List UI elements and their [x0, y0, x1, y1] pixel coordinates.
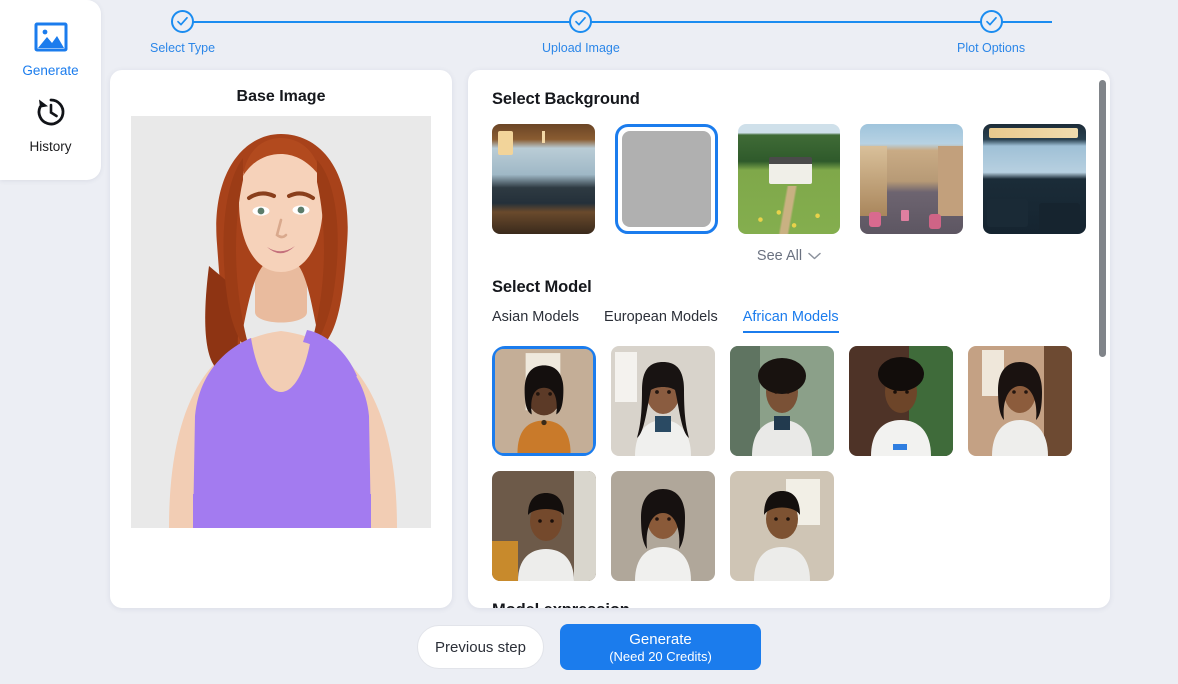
model-portrait-illustration — [492, 471, 596, 581]
model-portrait-illustration — [495, 349, 593, 453]
model-thumbnail-grid — [492, 346, 1086, 581]
left-sidebar: Generate History — [0, 0, 101, 180]
background-thumb-1-selected[interactable] — [614, 124, 718, 234]
base-image-illustration — [131, 116, 431, 528]
model-portrait-illustration — [730, 471, 834, 581]
background-thumb-2[interactable] — [737, 124, 841, 234]
base-image-photo — [131, 116, 431, 528]
model-thumb-6[interactable] — [611, 471, 715, 581]
select-model-title: Select Model — [492, 278, 592, 296]
see-all-backgrounds-button[interactable]: See All — [492, 248, 1086, 264]
history-clock-icon — [35, 96, 67, 133]
background-thumb-4[interactable] — [983, 124, 1086, 234]
see-all-label: See All — [756, 248, 803, 264]
stepper-step-label: Plot Options — [957, 41, 1026, 55]
options-panel-scrollbar[interactable] — [1099, 78, 1106, 600]
previous-step-button[interactable]: Previous step — [417, 625, 544, 669]
sidebar-item-history[interactable]: History — [0, 86, 101, 162]
model-thumb-7[interactable] — [730, 471, 834, 581]
stepper-step-plot-options[interactable]: Plot Options — [957, 10, 1025, 55]
base-image-title: Base Image — [236, 88, 326, 105]
generate-button[interactable]: Generate (Need 20 Credits) — [560, 624, 761, 670]
generate-button-credits-label: (Need 20 Credits) — [609, 648, 712, 664]
app-root: Generate History Select Type Upload Imag… — [0, 0, 1178, 684]
progress-stepper: Select Type Upload Image Plot Options — [120, 0, 1178, 64]
sidebar-item-history-label: History — [29, 138, 72, 154]
model-portrait-illustration — [611, 471, 715, 581]
base-image-card: Base Image — [110, 70, 452, 608]
select-background-title: Select Background — [492, 90, 640, 108]
chevron-down-icon — [808, 248, 821, 264]
step-complete-check-icon — [171, 10, 195, 33]
model-thumb-1[interactable] — [611, 346, 715, 456]
background-thumb-3[interactable] — [860, 124, 964, 234]
background-thumbnail-row — [492, 124, 1086, 234]
options-panel: Select Background See All Select Model A… — [468, 70, 1110, 608]
stepper-step-select-type[interactable]: Select Type — [150, 10, 215, 55]
model-portrait-illustration — [611, 346, 715, 456]
stepper-step-upload-image[interactable]: Upload Image — [542, 10, 620, 55]
step-complete-check-icon — [569, 10, 593, 33]
generate-button-label: Generate — [629, 630, 692, 648]
footer-actions: Previous step Generate (Need 20 Credits) — [0, 624, 1178, 670]
sidebar-item-generate-label: Generate — [22, 63, 79, 78]
model-portrait-illustration — [968, 346, 1072, 456]
tab-european-models[interactable]: European Models — [604, 309, 718, 333]
model-thumb-3[interactable] — [849, 346, 953, 456]
stepper-step-label: Select Type — [150, 41, 216, 55]
sidebar-item-generate[interactable]: Generate — [0, 12, 101, 86]
scrollbar-thumb[interactable] — [1099, 80, 1106, 357]
model-thumb-4[interactable] — [968, 346, 1072, 456]
model-thumb-5[interactable] — [492, 471, 596, 581]
background-thumb-0[interactable] — [492, 124, 595, 234]
model-category-tabs: Asian Models European Models African Mod… — [492, 309, 1086, 333]
image-icon — [34, 22, 68, 57]
step-complete-check-icon — [979, 10, 1003, 33]
model-thumb-2[interactable] — [730, 346, 834, 456]
model-portrait-illustration — [849, 346, 953, 456]
model-thumb-0-selected[interactable] — [492, 346, 596, 456]
stepper-step-label: Upload Image — [542, 41, 620, 55]
tab-asian-models[interactable]: Asian Models — [492, 309, 579, 333]
tab-african-models[interactable]: African Models — [742, 309, 839, 333]
model-expression-title: Model expression — [492, 601, 1086, 608]
model-portrait-illustration — [730, 346, 834, 456]
